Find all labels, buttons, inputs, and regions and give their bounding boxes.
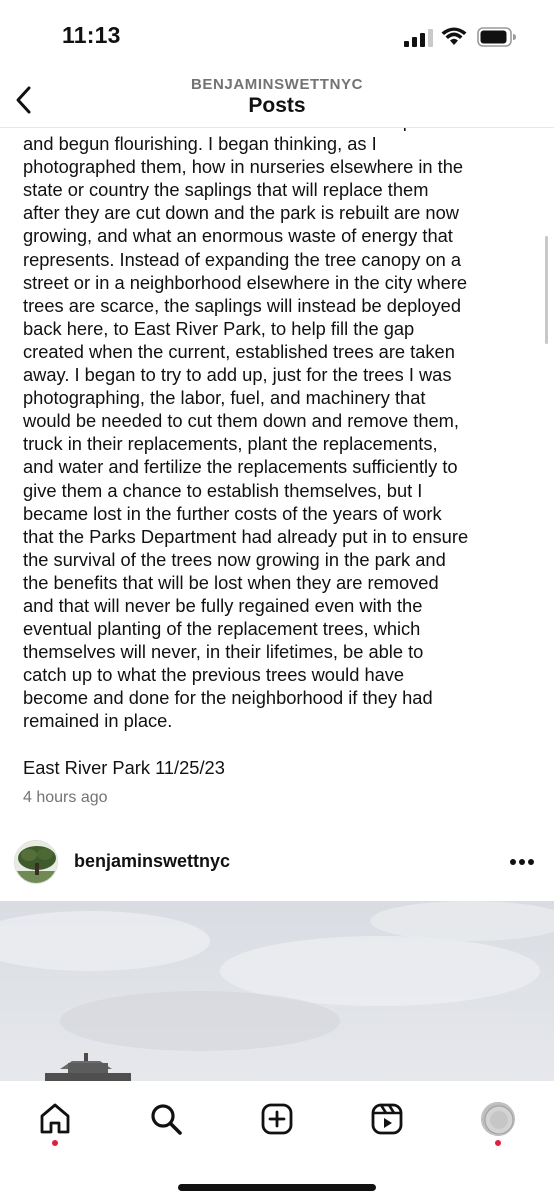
- nav-create[interactable]: [255, 1097, 299, 1141]
- home-icon: [40, 1103, 70, 1134]
- status-time: 11:13: [62, 22, 121, 48]
- post-photo: [0, 901, 554, 1081]
- wifi-icon: [441, 27, 467, 45]
- post-timestamp: 4 hours ago: [23, 789, 108, 806]
- battery-icon: [477, 27, 516, 47]
- nav-search[interactable]: [144, 1097, 188, 1141]
- header-username: BENJAMINSWETTNYC: [190, 76, 364, 93]
- scroll-indicator[interactable]: [545, 236, 548, 344]
- status-bar: 11:13: [0, 0, 554, 76]
- more-options-button[interactable]: [504, 848, 540, 876]
- app-screen: 11:13 BENJAMINSWETTNYC Posts have e: [0, 0, 554, 1200]
- page-title: Posts: [248, 94, 306, 117]
- post-caption: have established themselves in their dif…: [23, 128, 469, 732]
- nav-home[interactable]: [33, 1097, 77, 1141]
- profile-notification-dot: [495, 1140, 501, 1146]
- profile-avatar: [481, 1102, 515, 1136]
- home-notification-dot: [52, 1140, 58, 1146]
- page-header: BENJAMINSWETTNYC Posts: [0, 76, 554, 128]
- more-horizontal-icon: [510, 859, 534, 865]
- plus-square-icon: [261, 1103, 293, 1135]
- nav-reels[interactable]: [365, 1097, 409, 1141]
- avatar-tree-image: [15, 841, 57, 883]
- caption-location-date: East River Park 11/25/23: [23, 757, 225, 778]
- avatar[interactable]: [14, 840, 58, 884]
- post-image[interactable]: [0, 901, 554, 1081]
- bottom-nav-bar: [0, 1081, 554, 1200]
- post-header: benjaminswettnyc: [0, 836, 554, 892]
- search-icon: [151, 1104, 182, 1135]
- nav-profile[interactable]: [476, 1097, 520, 1141]
- reels-icon: [371, 1103, 403, 1135]
- home-indicator: [178, 1184, 376, 1191]
- signal-icon: [404, 29, 433, 47]
- post-username[interactable]: benjaminswettnyc: [74, 851, 230, 872]
- post-caption-area: have established themselves in their dif…: [0, 128, 554, 818]
